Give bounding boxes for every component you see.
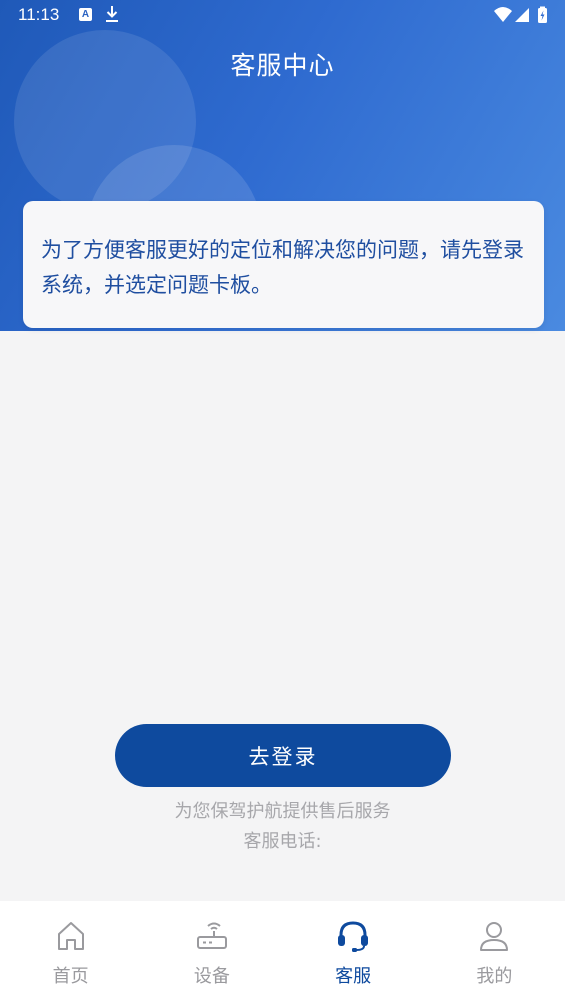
battery-charging-icon xyxy=(538,6,547,23)
tab-customer-service[interactable]: 客服 xyxy=(283,901,424,1004)
notice-text: 为了方便客服更好的定位和解决您的问题，请先登录系统，并选定问题卡板。 xyxy=(41,238,524,297)
home-icon xyxy=(57,922,84,950)
tab-label: 客服 xyxy=(335,966,372,987)
a-icon: A xyxy=(79,8,92,21)
notice-card: 为了方便客服更好的定位和解决您的问题，请先登录系统，并选定问题卡板。 xyxy=(23,201,544,328)
headset-icon xyxy=(338,921,369,952)
service-slogan: 为您保驾护航提供售后服务 xyxy=(174,801,391,822)
system-status-icons xyxy=(494,6,547,23)
status-bar: 11:13 A xyxy=(0,0,565,30)
login-button[interactable]: 去登录 xyxy=(115,724,451,787)
status-time: 11:13 xyxy=(18,5,60,24)
tab-devices[interactable]: 设备 xyxy=(141,901,282,1004)
page-title: 客服中心 xyxy=(230,51,335,80)
user-icon xyxy=(480,922,509,951)
download-icon xyxy=(106,6,118,22)
tab-profile[interactable]: 我的 xyxy=(424,901,565,1004)
tab-home[interactable]: 首页 xyxy=(0,901,141,1004)
tab-label: 我的 xyxy=(476,966,513,987)
tab-label: 首页 xyxy=(52,966,89,987)
tab-label: 设备 xyxy=(193,966,230,987)
signal-icon xyxy=(515,8,529,22)
router-icon xyxy=(196,922,227,949)
wifi-icon xyxy=(494,7,512,22)
hotline-label[interactable]: 客服电话: xyxy=(0,827,565,853)
bottom-tab-bar: 首页 设备 客服 我的 xyxy=(0,901,565,1004)
